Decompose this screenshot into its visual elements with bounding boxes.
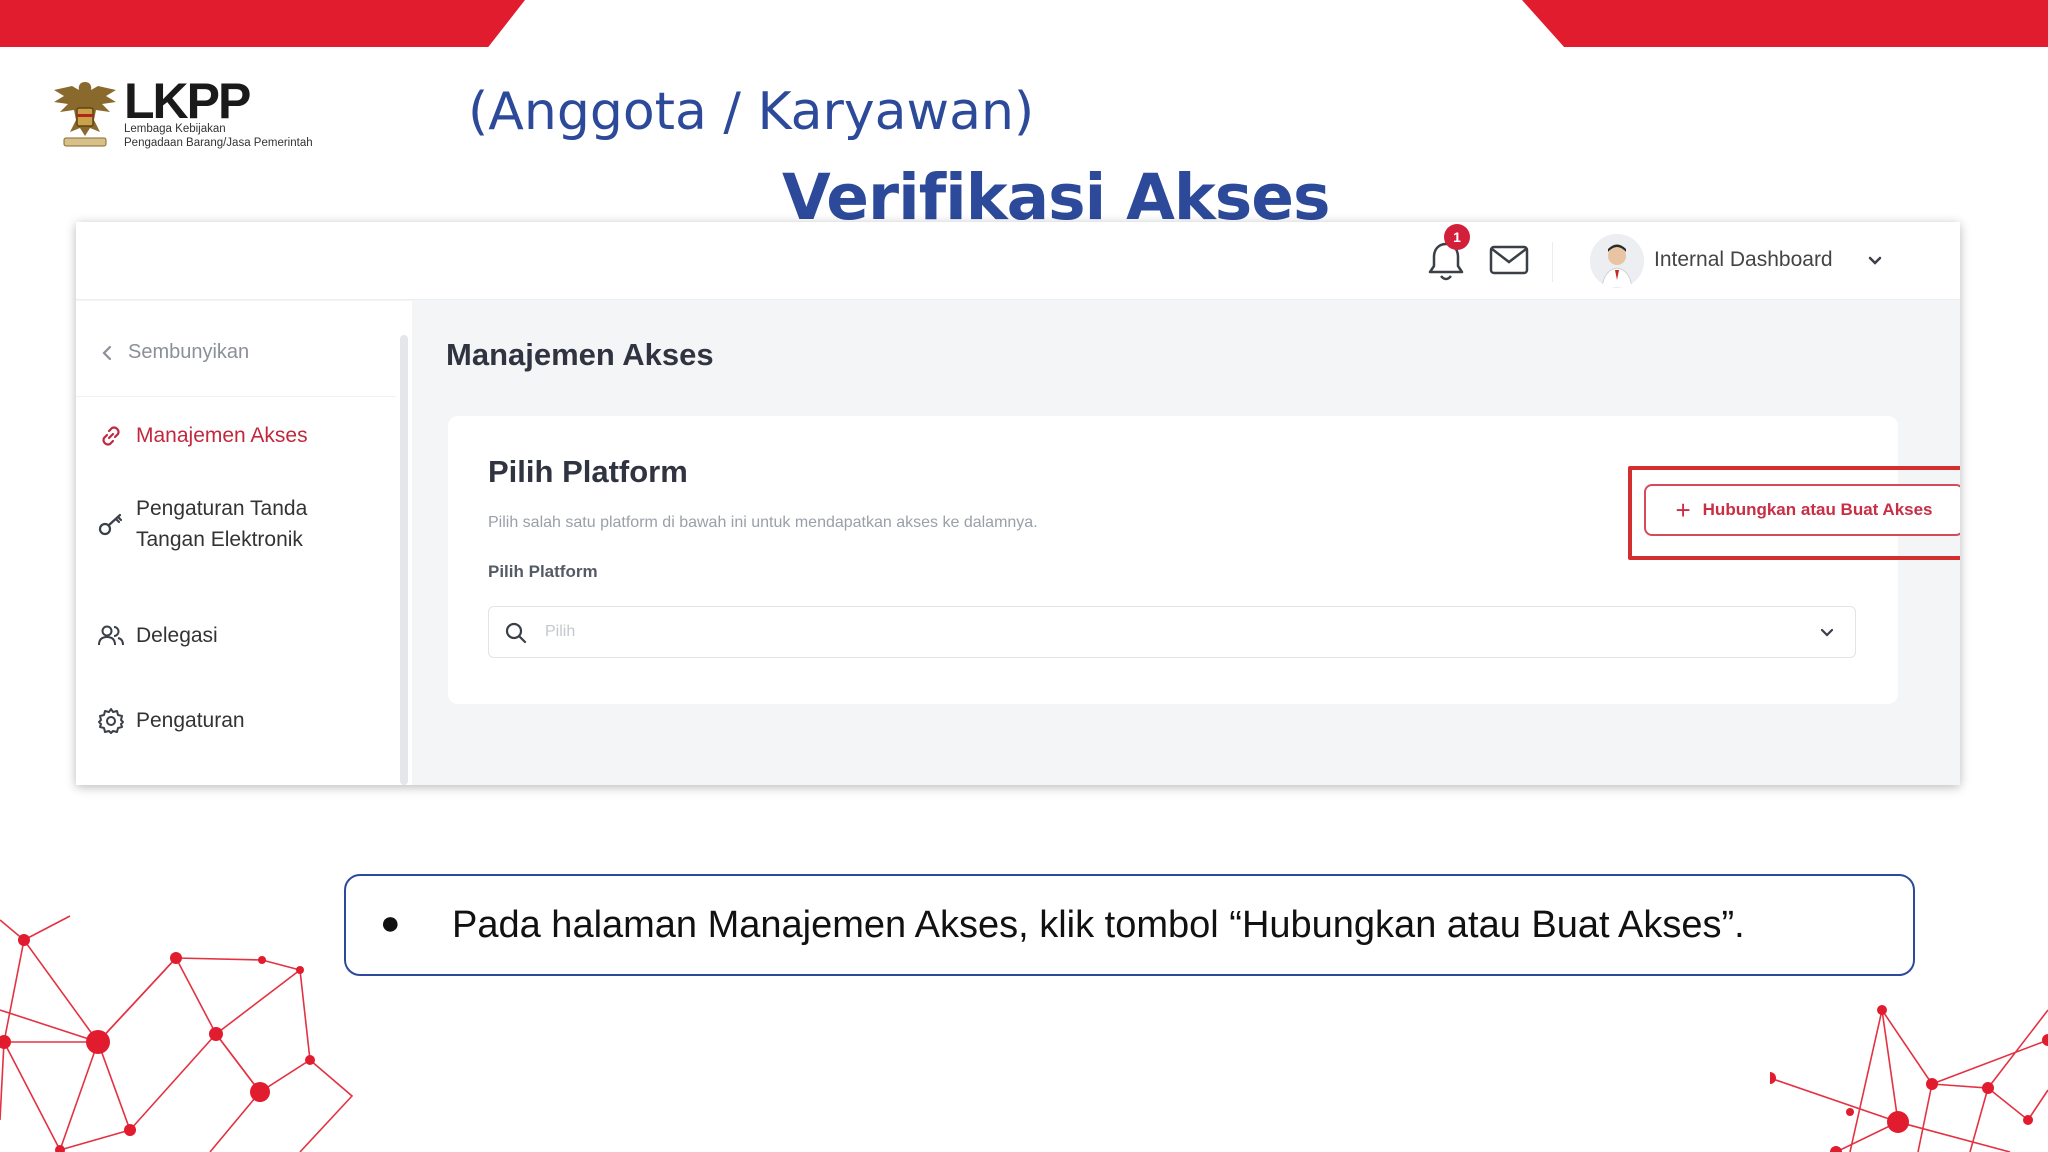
header-divider — [1552, 242, 1553, 282]
connect-button-label: Hubungkan atau Buat Akses — [1702, 500, 1933, 519]
network-decoration-left-icon — [0, 915, 354, 1152]
sidebar-divider — [76, 396, 396, 397]
gear-icon — [98, 708, 124, 734]
app-screenshot: 1 Internal Dashboard Sembunyikan Manajem… — [76, 222, 1960, 785]
notification-badge: 1 — [1444, 224, 1470, 250]
network-decoration-right-icon — [1770, 1005, 2048, 1152]
sidebar: Sembunyikan Manajemen Akses Pengaturan T… — [76, 301, 412, 785]
sidebar-item-pengaturan-tanda-tangan[interactable]: Pengaturan Tanda Tangan Elektronik — [96, 493, 307, 555]
page-title: Manajemen Akses — [446, 337, 714, 372]
sidebar-item-label: Delegasi — [136, 624, 218, 647]
users-icon — [98, 625, 124, 646]
link-icon — [102, 426, 120, 446]
avatar[interactable] — [1590, 234, 1644, 288]
main-content: Manajemen Akses Pilih Platform Pilih sal… — [412, 301, 1960, 785]
slide-title: Verifikasi Akses (Anggota / Karyawan) — [446, 82, 1331, 234]
top-red-band-right — [1522, 0, 2048, 47]
select-placeholder: Pilih — [545, 623, 576, 640]
sidebar-hide-toggle[interactable]: Sembunyikan — [100, 341, 249, 364]
instruction-callout: ● Pada halaman Manajemen Akses, klik tom… — [344, 874, 1915, 976]
card-title: Pilih Platform — [488, 454, 688, 489]
sidebar-item-manajemen-akses[interactable]: Manajemen Akses — [96, 421, 308, 451]
key-icon — [98, 513, 123, 536]
chevron-down-icon[interactable] — [1866, 252, 1884, 270]
logo-wordmark: LKPP — [124, 73, 251, 129]
platform-select[interactable]: Pilih — [488, 606, 1856, 658]
top-red-band-left — [0, 0, 525, 47]
sidebar-item-delegasi[interactable]: Delegasi — [96, 621, 218, 651]
search-icon — [505, 622, 527, 644]
platform-field-label: Pilih Platform — [488, 562, 598, 581]
logo-subtitle-line2: Pengadaan Barang/Jasa Pemerintah — [124, 137, 313, 149]
sidebar-item-label: Manajemen Akses — [136, 424, 308, 447]
slide-title-sub: (Anggota / Karyawan) — [468, 82, 1035, 142]
sidebar-item-label: Pengaturan — [136, 709, 245, 732]
sidebar-item-label: Pengaturan Tanda Tangan Elektronik — [136, 493, 307, 555]
user-avatar-icon — [1590, 234, 1644, 288]
plus-icon: + — [1675, 495, 1691, 525]
app-header: 1 Internal Dashboard — [76, 222, 1960, 300]
sidebar-scrollbar[interactable] — [400, 335, 408, 785]
bullet-icon: ● — [380, 904, 401, 942]
card-description: Pilih salah satu platform di bawah ini u… — [488, 514, 1038, 531]
sidebar-item-label-line2: Tangan Elektronik — [136, 528, 303, 551]
chevron-left-icon — [102, 345, 112, 360]
connect-or-create-access-button[interactable]: + Hubungkan atau Buat Akses — [1644, 484, 1960, 536]
sidebar-hide-label: Sembunyikan — [128, 341, 250, 363]
sidebar-item-label-line1: Pengaturan Tanda — [136, 497, 308, 520]
instruction-text: Pada halaman Manajemen Akses, klik tombo… — [452, 904, 1745, 946]
mail-icon[interactable] — [1488, 242, 1530, 278]
platform-card: Pilih Platform Pilih salah satu platform… — [448, 416, 1960, 704]
logo-subtitle-line1: Lembaga Kebijakan — [124, 123, 226, 135]
logo-subtitle: Lembaga Kebijakan Pengadaan Barang/Jasa … — [124, 122, 354, 150]
chevron-down-icon — [1820, 628, 1834, 637]
garuda-emblem-icon — [54, 82, 116, 147]
lkpp-logo: LKPP Lembaga Kebijakan Pengadaan Barang/… — [50, 76, 340, 156]
sidebar-item-pengaturan[interactable]: Pengaturan — [96, 706, 245, 736]
user-name[interactable]: Internal Dashboard — [1654, 248, 1833, 272]
